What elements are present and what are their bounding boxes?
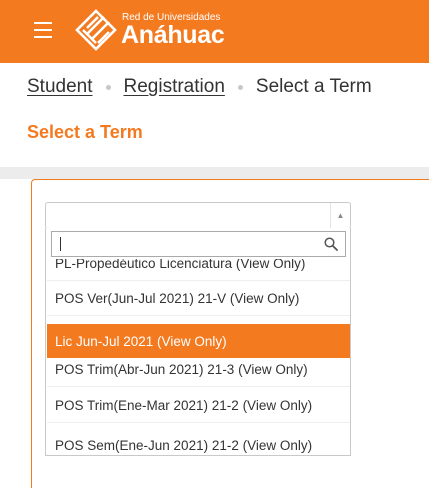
term-option[interactable]: POS Trim(Abr-Jun 2021) 21-3 (View Only) [47, 353, 350, 387]
term-select[interactable]: ▲ [45, 202, 351, 229]
term-options-list: PL-Propedéutico Licenciatura (View Only)… [47, 259, 350, 454]
breadcrumb-current: Select a Term [255, 76, 372, 97]
term-option[interactable]: POS Ver(Jun-Jul 2021) 21-V (View Only) [47, 282, 350, 316]
breadcrumb-separator [237, 84, 243, 90]
term-dropdown: PL-Propedéutico Licenciatura (View Only)… [45, 228, 351, 456]
menu-icon[interactable] [34, 22, 52, 38]
term-option[interactable]: POS Sem(Ene-Jun 2021) 21-2 (View Only) [47, 429, 350, 454]
anahuac-logo-icon [75, 9, 117, 51]
text-cursor [60, 237, 61, 251]
logo-title: Anáhuac [121, 21, 225, 49]
term-search-field [51, 231, 346, 257]
term-option[interactable]: PL-Propedéutico Licenciatura (View Only) [47, 259, 350, 281]
breadcrumb-separator [105, 84, 111, 90]
breadcrumb: Student Registration Select a Term [27, 74, 372, 100]
search-icon [324, 237, 338, 251]
top-bar: Red de Universidades Anáhuac [0, 0, 429, 63]
breadcrumb-registration-link[interactable]: Registration [124, 76, 225, 98]
section-divider [0, 167, 429, 179]
breadcrumb-student-link[interactable]: Student [27, 76, 93, 98]
term-option[interactable]: POS Trim(Ene-Mar 2021) 21-2 (View Only) [47, 389, 350, 423]
term-search-input[interactable] [52, 232, 322, 256]
page-title: Select a Term [27, 122, 143, 142]
caret-up-icon[interactable]: ▲ [330, 203, 350, 228]
